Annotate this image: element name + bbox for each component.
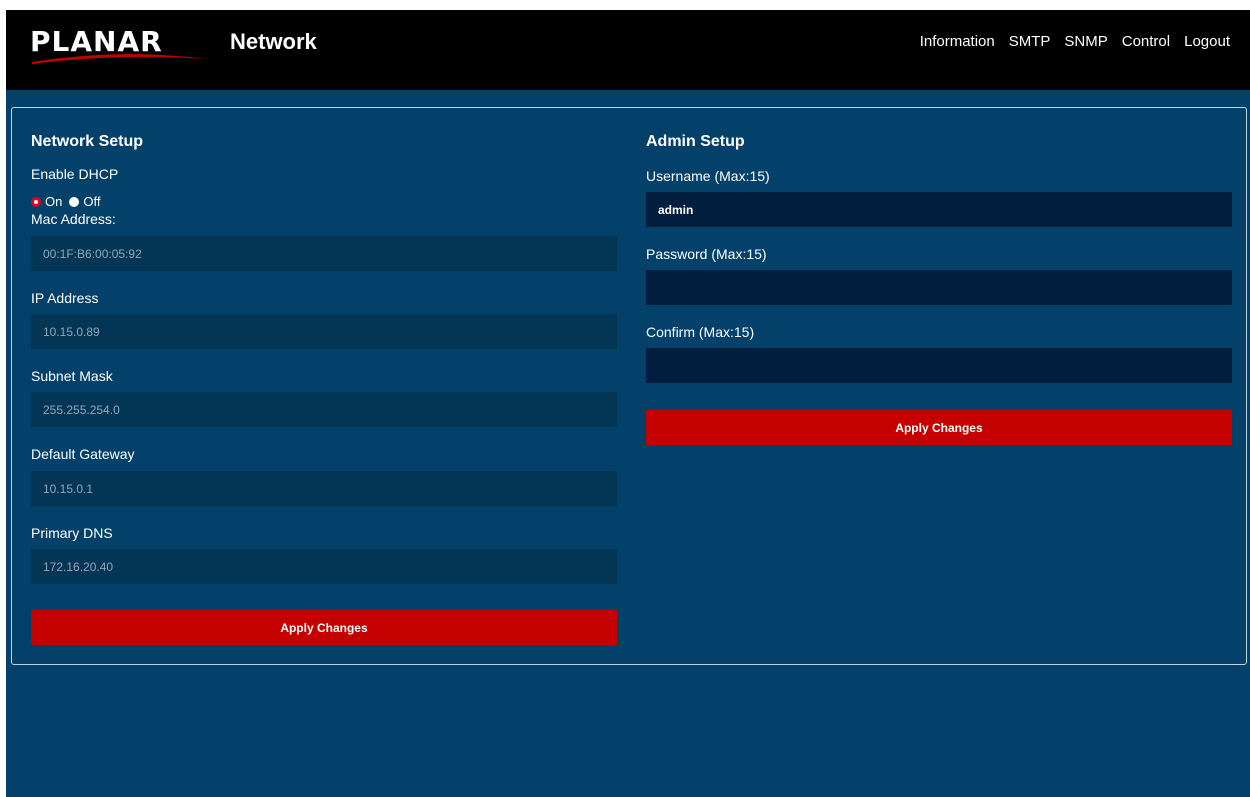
subnet-mask-label: Subnet Mask <box>31 368 113 384</box>
confirm-password-input[interactable] <box>646 348 1232 383</box>
mac-address-label: Mac Address: <box>31 211 116 227</box>
password-label: Password (Max:15) <box>646 246 767 262</box>
network-setup-title: Network Setup <box>31 133 144 150</box>
confirm-password-label: Confirm (Max:15) <box>646 324 755 340</box>
default-gateway-field <box>31 471 617 506</box>
nav-logout[interactable]: Logout <box>1184 32 1230 52</box>
dhcp-on-label: On <box>45 194 63 209</box>
page-title: Network <box>230 29 317 54</box>
dhcp-off-label: Off <box>83 194 101 209</box>
top-nav: Information SMTP SNMP Control Logout <box>906 32 1230 52</box>
default-gateway-label: Default Gateway <box>31 446 135 462</box>
dhcp-off-radio[interactable] <box>69 197 80 207</box>
subnet-mask-field <box>31 392 617 427</box>
planar-logo: PLANAR <box>30 24 210 70</box>
primary-dns-field <box>31 549 617 584</box>
password-input[interactable] <box>646 270 1232 305</box>
username-input[interactable] <box>646 192 1232 227</box>
admin-apply-button[interactable]: Apply Changes <box>646 410 1232 445</box>
top-bar: PLANAR Network Information SMTP SNMP Con… <box>6 10 1250 90</box>
mac-address-field <box>31 236 617 271</box>
network-apply-button[interactable]: Apply Changes <box>31 610 617 645</box>
username-label: Username (Max:15) <box>646 168 770 184</box>
app-window: PLANAR Network Information SMTP SNMP Con… <box>6 10 1250 797</box>
dhcp-on-radio[interactable] <box>31 197 41 207</box>
dhcp-label: Enable DHCP <box>31 166 119 182</box>
logo-swoosh-icon <box>32 54 206 64</box>
ip-address-field <box>31 314 617 349</box>
primary-dns-label: Primary DNS <box>31 525 113 541</box>
dhcp-radio-group: On Off <box>31 195 107 209</box>
nav-smtp[interactable]: SMTP <box>1009 32 1051 52</box>
settings-panel: Network Setup Enable DHCP On Off Mac Add… <box>11 107 1247 665</box>
nav-information[interactable]: Information <box>920 32 995 52</box>
admin-setup-title: Admin Setup <box>646 133 745 150</box>
nav-control[interactable]: Control <box>1122 32 1170 52</box>
ip-address-label: IP Address <box>31 290 99 306</box>
nav-snmp[interactable]: SNMP <box>1064 32 1107 52</box>
